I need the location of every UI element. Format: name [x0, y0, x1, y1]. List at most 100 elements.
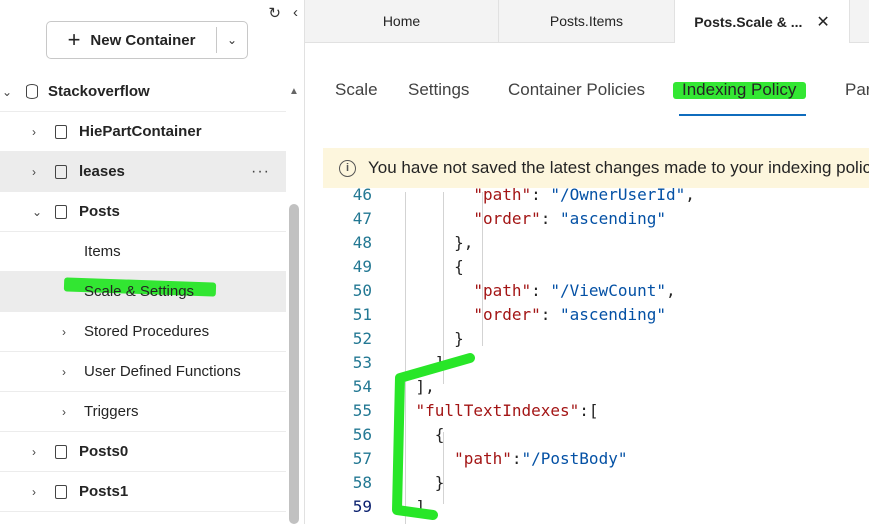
tree-item-posts1[interactable]: › Posts1: [0, 472, 286, 512]
chevron-right-icon[interactable]: ›: [32, 485, 36, 499]
tree-item-items[interactable]: Items: [0, 232, 286, 272]
code-text: "path": "/OwnerUserId",: [377, 183, 695, 207]
document-tabs: Home Posts.Items Posts.Scale & ... ✕: [305, 0, 869, 43]
tree-item-label: Stored Procedures: [84, 323, 210, 340]
tab-container-policies[interactable]: Container Policies: [508, 80, 645, 100]
json-punctuation: {: [454, 257, 464, 276]
active-tab-underline: [679, 114, 806, 116]
refresh-icon[interactable]: ↻: [268, 4, 281, 22]
collapse-left-icon[interactable]: ‹: [293, 4, 298, 22]
tab-label: Home: [382, 13, 421, 29]
green-annotation-bracket: [392, 353, 475, 520]
line-number: 46: [352, 185, 372, 204]
json-string: "ascending": [560, 209, 666, 228]
tree-item-posts0[interactable]: › Posts0: [0, 432, 286, 472]
json-string: "ascending": [560, 305, 666, 324]
tree-item-scale-settings[interactable]: Scale & Settings: [0, 272, 286, 312]
close-icon[interactable]: ✕: [816, 12, 829, 32]
tree-item-label: HiePartContainer: [79, 123, 202, 140]
json-string: "/OwnerUserId": [550, 185, 686, 204]
chevron-right-icon[interactable]: ›: [32, 165, 36, 179]
new-container-button[interactable]: + New Container ⌄: [46, 21, 248, 59]
chevron-right-icon[interactable]: ›: [62, 325, 66, 339]
tree-item-label: Posts: [79, 203, 120, 220]
scrollbar-thumb[interactable]: [289, 204, 299, 524]
tab-indexing-policy[interactable]: Indexing Policy: [682, 80, 796, 100]
tab-posts-items[interactable]: Posts.Items: [499, 0, 675, 42]
tree-item-label: leases: [79, 163, 125, 180]
chevron-down-icon[interactable]: ⌄: [217, 33, 247, 47]
chevron-right-icon[interactable]: ›: [32, 125, 36, 139]
plus-icon: +: [67, 27, 81, 52]
tree-item-label: Posts1: [79, 483, 129, 500]
tree-item-label: Items: [84, 243, 121, 260]
container-icon: [55, 204, 67, 219]
tab-label: Posts.Items: [549, 13, 624, 29]
tree-item-hiepartcontainer[interactable]: › HiePartContainer: [0, 112, 286, 152]
tree-item-label: Scale & Settings: [84, 283, 195, 300]
code-line[interactable]: 47 "order": "ascending": [305, 207, 869, 231]
container-icon: [55, 444, 67, 459]
line-number: 47: [352, 209, 372, 228]
container-icon: [55, 124, 67, 139]
line-number: 48: [352, 233, 372, 252]
code-line[interactable]: 46 "path": "/OwnerUserId",: [305, 183, 869, 207]
code-text: "order": "ascending": [377, 303, 666, 327]
new-container-main[interactable]: + New Container: [47, 22, 216, 58]
line-number: 51: [352, 305, 372, 324]
chevron-right-icon[interactable]: ›: [32, 445, 36, 459]
code-line[interactable]: 51 "order": "ascending": [305, 303, 869, 327]
json-key: "order": [473, 305, 541, 324]
chevron-right-icon[interactable]: ›: [62, 405, 66, 419]
tree-item-label: Triggers: [84, 403, 139, 420]
unsaved-changes-banner: i You have not saved the latest changes …: [323, 148, 869, 188]
tab-scale[interactable]: Scale: [335, 80, 378, 100]
chevron-right-icon[interactable]: ›: [62, 365, 66, 379]
tab-label: Posts.Scale & ...: [694, 13, 803, 30]
code-text: },: [377, 231, 473, 255]
pane-toolbar: ↻ ‹: [268, 4, 298, 22]
database-icon: [26, 84, 38, 99]
line-number: 49: [352, 257, 372, 276]
tree-item-triggers[interactable]: › Triggers: [0, 392, 286, 432]
chevron-down-icon[interactable]: ⌄: [2, 85, 12, 99]
tree-item-udf[interactable]: › User Defined Functions: [0, 352, 286, 392]
json-punctuation: :[: [579, 401, 599, 420]
json-punctuation: :: [531, 185, 551, 204]
code-line[interactable]: 48 },: [305, 231, 869, 255]
code-line[interactable]: 49 {: [305, 255, 869, 279]
code-line[interactable]: 50 "path": "/ViewCount",: [305, 279, 869, 303]
chevron-down-icon[interactable]: ⌄: [32, 205, 42, 219]
tree-item-label: Stackoverflow: [48, 83, 150, 100]
tree-item-posts[interactable]: ⌄ Posts: [0, 192, 286, 232]
tab-settings[interactable]: Settings: [408, 80, 469, 100]
json-string: "/PostBody": [521, 449, 628, 468]
json-punctuation: ,: [665, 281, 676, 300]
json-punctuation: :: [540, 209, 561, 228]
green-bracket-stroke: [392, 353, 475, 520]
settings-tabs: Scale Settings Container Policies Indexi…: [305, 70, 869, 120]
resource-tree: ⌄ Stackoverflow › HiePartContainer › lea…: [0, 72, 286, 512]
warning-text: You have not saved the latest changes ma…: [368, 158, 869, 177]
tree-item-stored-procedures[interactable]: › Stored Procedures: [0, 312, 286, 352]
tree-item-leases[interactable]: › leases ···: [0, 152, 286, 192]
scroll-up-arrow-icon[interactable]: ▲: [289, 86, 299, 97]
json-punctuation: },: [454, 233, 474, 252]
tab-home[interactable]: Home: [305, 0, 499, 42]
resource-tree-pane: ↻ ‹ + New Container ⌄ ⌄ Stackoverflow › …: [0, 0, 305, 524]
json-punctuation: :: [511, 449, 522, 468]
editor-pane: Home Posts.Items Posts.Scale & ... ✕ Sca…: [305, 0, 869, 524]
container-icon: [55, 164, 67, 179]
tab-partition-keys[interactable]: Par: [845, 80, 869, 100]
json-punctuation: :: [540, 305, 561, 324]
info-icon: i: [339, 159, 356, 177]
more-options-icon[interactable]: ···: [251, 163, 270, 181]
json-string: "/ViewCount": [550, 281, 666, 300]
json-punctuation: :: [531, 281, 551, 300]
tab-posts-scale[interactable]: Posts.Scale & ... ✕: [675, 0, 850, 43]
container-icon: [55, 484, 67, 499]
json-punctuation: ,: [685, 185, 695, 204]
code-text: "path": "/ViewCount",: [377, 279, 676, 303]
tree-item-database[interactable]: ⌄ Stackoverflow: [0, 72, 286, 112]
tree-item-label: Posts0: [79, 443, 129, 460]
